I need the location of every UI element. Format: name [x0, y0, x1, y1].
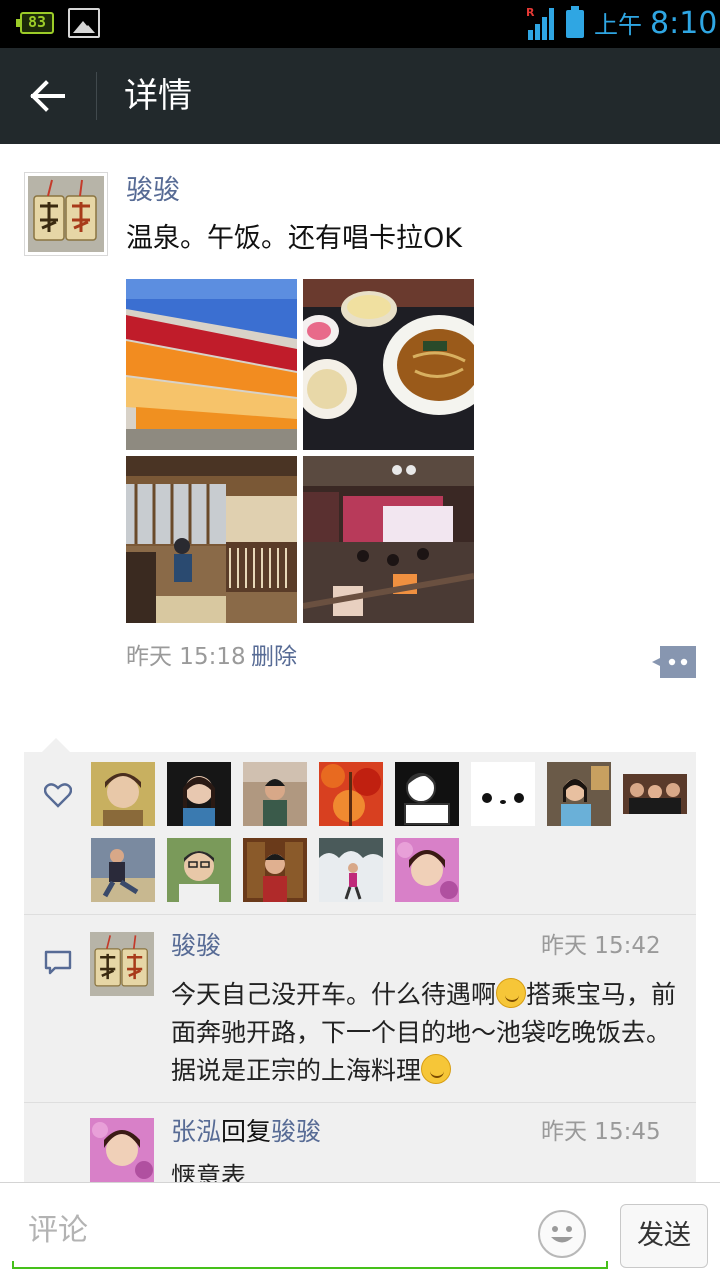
comment-avatar[interactable]	[90, 932, 154, 996]
comment-input-wrapper	[12, 1195, 608, 1269]
liker-avatar[interactable]	[91, 838, 155, 902]
comment-author[interactable]: 张泓	[171, 1117, 221, 1146]
post-photo-1[interactable]	[126, 279, 297, 450]
avatar-image	[471, 762, 535, 826]
karaoke-hall-image	[303, 456, 474, 623]
clock-time: 8:10	[650, 6, 718, 41]
back-button[interactable]	[18, 72, 78, 120]
post-author-name[interactable]: 骏骏	[126, 172, 180, 210]
reply-to-user[interactable]: 骏骏	[271, 1117, 321, 1146]
signal-icon	[528, 8, 558, 40]
avatar-image	[319, 838, 383, 902]
post-timestamp: 昨天 15:18	[126, 644, 246, 670]
liker-avatar[interactable]	[319, 762, 383, 826]
liker-avatar[interactable]	[471, 762, 535, 826]
liker-avatar[interactable]	[243, 762, 307, 826]
comment-author[interactable]: 骏骏	[171, 930, 221, 962]
page-title: 详情	[124, 76, 192, 116]
comment-avatar[interactable]	[90, 1118, 154, 1182]
liker-avatar[interactable]	[395, 838, 459, 902]
battery-saver-icon: 83	[16, 12, 54, 34]
liker-avatar[interactable]	[91, 762, 155, 826]
back-arrow-icon	[30, 80, 65, 112]
panel-pointer	[42, 738, 70, 752]
reply-label: 回复	[221, 1117, 272, 1146]
avatar-image	[319, 762, 383, 826]
heart-icon	[44, 783, 72, 808]
liker-avatar[interactable]	[243, 838, 307, 902]
avatar-image	[167, 762, 231, 826]
comment-timestamp: 昨天 15:42	[541, 933, 661, 959]
send-button[interactable]: 发送	[620, 1204, 708, 1268]
gallery-notification-icon	[68, 8, 100, 38]
avatar-image	[547, 762, 611, 826]
avatar-image	[623, 774, 687, 814]
avatar-image	[243, 838, 307, 902]
liker-avatar[interactable]	[623, 774, 687, 838]
post-photo-2[interactable]	[303, 279, 474, 450]
title-divider	[96, 72, 97, 120]
liker-avatar[interactable]	[167, 838, 231, 902]
avatar-image	[167, 838, 231, 902]
post-photo-3[interactable]	[126, 456, 297, 623]
battery-icon	[566, 6, 584, 38]
panel-divider	[24, 914, 696, 915]
liker-avatar[interactable]	[395, 762, 459, 826]
comment-author-line: 张泓回复骏骏	[171, 1116, 321, 1148]
comment-menu-button[interactable]	[652, 646, 696, 678]
input-underline	[12, 1261, 608, 1269]
onsen-building-image	[126, 279, 297, 450]
smiley-icon	[551, 1226, 573, 1243]
clock: 上午 8:10	[594, 6, 717, 43]
clock-ampm: 上午	[594, 11, 642, 39]
avatar-image	[243, 762, 307, 826]
liker-avatar[interactable]	[167, 762, 231, 826]
avatar-image	[28, 176, 104, 252]
delete-post-link[interactable]: 删除	[251, 640, 297, 674]
post-photo-4[interactable]	[303, 456, 474, 623]
screen: 83 R 上午 8:10 详情 骏骏 温泉。午饭。还有唱卡拉OK 昨天 15:1…	[0, 0, 720, 1280]
comment-input[interactable]	[12, 1195, 532, 1265]
comment-text: 今天自己没开车。什么待遇啊 搭乘宝马，前面奔驰开路，下一个目的地～池袋吃晚饭去。据…	[171, 978, 677, 1085]
liker-avatar[interactable]	[319, 838, 383, 902]
avatar-image	[90, 1118, 154, 1182]
comment-timestamp: 昨天 15:45	[541, 1119, 661, 1145]
comment-icon	[44, 950, 72, 975]
post-text: 温泉。午饭。还有唱卡拉OK	[126, 223, 462, 254]
status-bar: 83 R 上午 8:10	[0, 0, 720, 48]
liker-avatar[interactable]	[547, 762, 611, 826]
avatar-image	[91, 838, 155, 902]
ramen-lunch-image	[303, 279, 474, 450]
thinking-emoji-icon	[496, 978, 527, 1008]
comment-text: 惬意表	[171, 1162, 247, 1182]
avatar-image	[395, 838, 459, 902]
emoji-button[interactable]	[538, 1210, 586, 1258]
comment-divider	[24, 1102, 696, 1103]
restaurant-interior-image	[126, 456, 297, 623]
comment-bubble-icon	[652, 646, 696, 678]
avatar-image	[90, 932, 154, 996]
post-author-avatar[interactable]	[24, 172, 108, 256]
grin-emoji-icon	[421, 1054, 452, 1084]
comment-input-bar	[0, 1182, 720, 1280]
avatar-image	[91, 762, 155, 826]
avatar-image	[395, 762, 459, 826]
title-bar: 详情	[0, 48, 720, 144]
